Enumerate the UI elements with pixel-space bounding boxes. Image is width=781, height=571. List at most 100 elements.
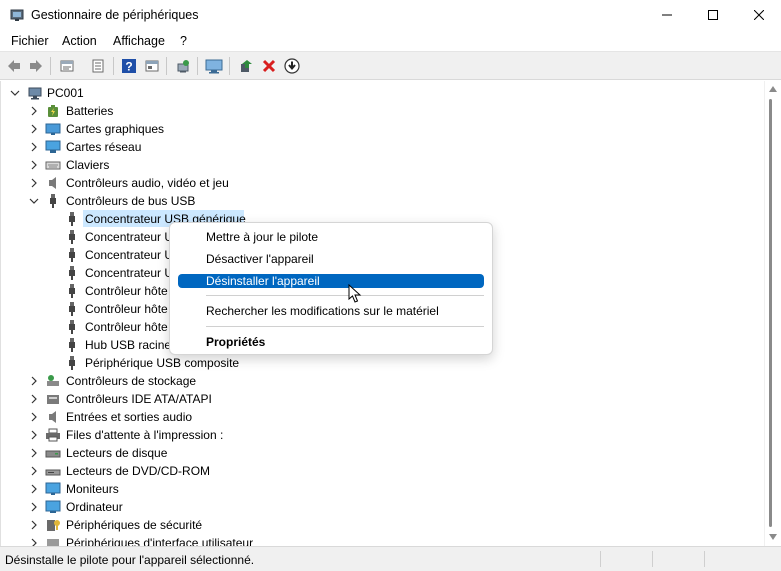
usb-icon	[50, 194, 56, 208]
back-button[interactable]	[4, 56, 24, 76]
tree-category-audio-inputs-outputs[interactable]: Entrées et sorties audio	[1, 408, 301, 426]
menu-help[interactable]: ?	[180, 34, 187, 48]
device-manager-icon	[10, 9, 24, 21]
tree-category-ide-controllers[interactable]: Contrôleurs IDE ATA/ATAPI	[1, 390, 301, 408]
menu-item-properties[interactable]: Propriétés	[178, 335, 484, 349]
toolbar: ?	[0, 52, 781, 80]
close-button[interactable]	[736, 0, 781, 30]
chevron-right-icon[interactable]	[29, 376, 39, 386]
tree-root-pc001[interactable]: PC001	[1, 84, 301, 102]
scroll-down-icon[interactable]	[769, 534, 777, 540]
chevron-right-icon[interactable]	[29, 448, 39, 458]
tree-category-audio-video-game[interactable]: Contrôleurs audio, vidéo et jeu	[1, 174, 301, 192]
tree-item-usb-composite[interactable]: Périphérique USB composite	[1, 354, 301, 372]
menu-item-uninstall-device[interactable]: Désinstaller l'appareil	[178, 274, 484, 288]
svg-text:?: ?	[125, 60, 132, 74]
chevron-right-icon[interactable]	[29, 520, 39, 530]
tree-category-computer[interactable]: Ordinateur	[1, 498, 301, 516]
tree-category-print-queues[interactable]: Files d'attente à l'impression :	[1, 426, 301, 444]
tree-category-hid[interactable]: Périphériques d'interface utilisateur	[1, 534, 301, 546]
chevron-right-icon[interactable]	[29, 502, 39, 512]
chevron-right-icon[interactable]	[29, 106, 39, 116]
tree-category-display-adapters[interactable]: Cartes graphiques	[1, 120, 301, 138]
tree-category-dvd-drives[interactable]: Lecteurs de DVD/CD-ROM	[1, 462, 301, 480]
tree-category-storage-controllers[interactable]: Contrôleurs de stockage	[1, 372, 301, 390]
menu-action[interactable]: Action	[62, 34, 97, 48]
chevron-right-icon[interactable]	[29, 124, 39, 134]
scan-hardware-button[interactable]	[173, 56, 193, 76]
tree-category-network-adapters[interactable]: Cartes réseau	[1, 138, 301, 156]
help-button[interactable]: ?	[119, 56, 139, 76]
close-icon	[754, 10, 764, 20]
scroll-thumb[interactable]	[769, 99, 772, 527]
chevron-right-icon[interactable]	[29, 484, 39, 494]
usb-icon	[69, 320, 75, 334]
tree-category-label: Périphériques d'interface utilisateur	[66, 536, 254, 546]
chevron-right-icon[interactable]	[29, 412, 39, 422]
ide-controller-icon	[47, 395, 59, 404]
security-device-icon	[47, 520, 60, 531]
tree-item-label: Contrôleur hôte	[85, 302, 168, 316]
minimize-button[interactable]	[644, 0, 690, 30]
minimize-icon	[662, 14, 672, 16]
tree-category-usb-controllers[interactable]: Contrôleurs de bus USB	[1, 192, 301, 210]
menu-fichier[interactable]: Fichier	[11, 34, 49, 48]
title-bar: Gestionnaire de périphériques	[0, 0, 781, 30]
dvd-drive-icon	[45, 469, 61, 476]
tree-item-label: Contrôleur hôte	[85, 320, 168, 334]
printer-icon	[46, 428, 60, 442]
scroll-up-icon[interactable]	[769, 86, 777, 92]
maximize-button[interactable]	[690, 0, 736, 30]
chevron-down-icon[interactable]	[10, 88, 20, 98]
menu-item-scan-hardware-changes[interactable]: Rechercher les modifications sur le maté…	[178, 304, 484, 318]
usb-icon	[69, 230, 75, 244]
download-button[interactable]	[282, 56, 302, 76]
toolbar-separator	[197, 57, 198, 75]
monitor-button[interactable]	[204, 56, 224, 76]
window-title: Gestionnaire de périphériques	[31, 8, 199, 22]
show-hidden-button[interactable]	[142, 56, 162, 76]
tree-root-label: PC001	[47, 86, 84, 100]
tree-category-batteries[interactable]: Batteries	[1, 102, 301, 120]
keyboard-icon	[45, 161, 61, 170]
scan-hardware-icon	[177, 60, 189, 73]
menu-item-disable-device[interactable]: Désactiver l'appareil	[178, 252, 484, 266]
monitor-icon	[205, 59, 223, 74]
vertical-scrollbar[interactable]	[764, 81, 781, 546]
menu-item-label: Désinstaller l'appareil	[206, 274, 320, 288]
show-hidden-icon	[145, 60, 159, 72]
menu-bar: Fichier Action Affichage ?	[0, 30, 781, 52]
speaker-icon	[49, 177, 56, 189]
tree-category-disk-drives[interactable]: Lecteurs de disque	[1, 444, 301, 462]
uninstall-icon	[262, 59, 276, 73]
chevron-right-icon[interactable]	[29, 394, 39, 404]
chevron-down-icon[interactable]	[29, 196, 39, 206]
forward-button[interactable]	[26, 56, 46, 76]
tree-category-monitors[interactable]: Moniteurs	[1, 480, 301, 498]
menu-item-label: Propriétés	[206, 335, 266, 349]
chevron-right-icon[interactable]	[29, 538, 39, 546]
update-driver-button[interactable]	[236, 56, 256, 76]
tree-category-label: Contrôleurs de bus USB	[66, 194, 196, 208]
tree-category-label: Batteries	[66, 104, 114, 118]
usb-icon	[69, 284, 75, 298]
tree-category-security-devices[interactable]: Périphériques de sécurité	[1, 516, 301, 534]
status-separator	[600, 551, 601, 567]
menu-affichage[interactable]: Affichage	[113, 34, 165, 48]
tree-category-keyboards[interactable]: Claviers	[1, 156, 301, 174]
menu-item-label: Mettre à jour le pilote	[206, 230, 319, 244]
chevron-right-icon[interactable]	[29, 142, 39, 152]
usb-icon	[69, 356, 75, 370]
tree-category-label: Lecteurs de disque	[66, 446, 168, 460]
chevron-right-icon[interactable]	[29, 430, 39, 440]
chevron-right-icon[interactable]	[29, 466, 39, 476]
uninstall-device-button[interactable]	[259, 56, 279, 76]
menu-item-update-driver[interactable]: Mettre à jour le pilote	[178, 230, 484, 244]
tree-category-label: Cartes graphiques	[66, 122, 165, 136]
chevron-right-icon[interactable]	[29, 160, 39, 170]
properties-view-button[interactable]	[57, 56, 77, 76]
network-adapter-icon	[45, 140, 61, 153]
device-list-button[interactable]	[88, 56, 108, 76]
tree-item-label: Hub USB racine	[85, 338, 172, 352]
chevron-right-icon[interactable]	[29, 178, 39, 188]
